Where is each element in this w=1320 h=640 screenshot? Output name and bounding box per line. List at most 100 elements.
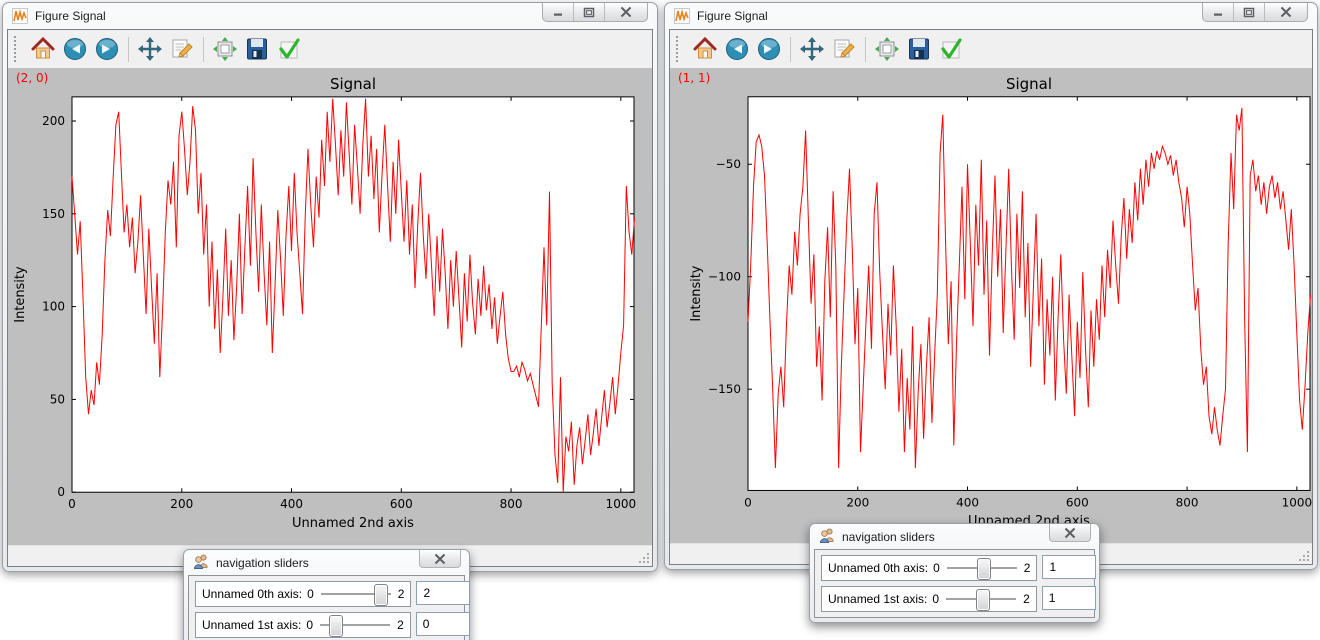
svg-text:400: 400 — [280, 497, 303, 511]
svg-text:−50: −50 — [716, 157, 741, 171]
cursor-position-label: (1, 1) — [678, 71, 710, 85]
forward-button[interactable] — [92, 34, 122, 64]
navigation-sliders-dialog-left: navigation sliders Unnamed 0th axis: 0 2… — [183, 549, 470, 640]
save-button[interactable] — [242, 34, 272, 64]
slider-handle[interactable] — [329, 615, 343, 637]
back-button[interactable] — [722, 34, 752, 64]
configure-subplots-button[interactable] — [872, 34, 902, 64]
titlebar[interactable]: Figure Signal — [3, 3, 657, 29]
figure-canvas[interactable]: (1, 1) 02004006008001000−50−100−150Signa… — [670, 68, 1312, 543]
confirm-button[interactable] — [936, 34, 966, 64]
svg-text:800: 800 — [500, 497, 523, 511]
people-icon — [193, 553, 209, 572]
minimize-button[interactable] — [1203, 3, 1234, 21]
axis0-value-input[interactable] — [416, 581, 470, 605]
window-client-area: (1, 1) 02004006008001000−50−100−150Signa… — [669, 29, 1313, 565]
figure-window-left: Figure Signal (2, 0) 0 200 400 600 800 1000 0 5… — [2, 2, 658, 572]
slider-max-label: 2 — [1024, 561, 1031, 575]
axis0-slider-group: Unnamed 0th axis: 0 2 — [821, 555, 1037, 581]
axis1-value-input[interactable] — [1042, 586, 1096, 610]
dialog-close-button[interactable] — [419, 550, 461, 568]
slider-row: Unnamed 1st axis: 0 2 — [195, 612, 458, 638]
svg-text:200: 200 — [42, 114, 65, 128]
forward-button[interactable] — [754, 34, 784, 64]
toolbar-separator — [203, 37, 204, 62]
plot-toolbar — [8, 30, 652, 68]
slider-row: Unnamed 0th axis: 0 2 — [195, 581, 458, 607]
dialog-title: navigation sliders — [842, 530, 935, 544]
window-controls — [1202, 3, 1308, 22]
dialog-title: navigation sliders — [216, 556, 309, 570]
axis0-slider[interactable] — [321, 583, 391, 605]
slider-max-label: 2 — [398, 587, 405, 601]
resize-grip[interactable] — [1298, 550, 1310, 562]
pan-button[interactable] — [797, 34, 827, 64]
minimize-button[interactable] — [543, 3, 574, 21]
dialog-close-button[interactable] — [1049, 524, 1091, 542]
slider-label: Unnamed 1st axis: — [202, 618, 301, 632]
pan-button[interactable] — [135, 34, 165, 64]
edit-parameters-button[interactable] — [167, 34, 197, 64]
slider-handle[interactable] — [374, 584, 388, 606]
slider-min-label: 0 — [933, 561, 940, 575]
close-button[interactable] — [605, 3, 647, 21]
svg-text:Intensity: Intensity — [689, 265, 704, 321]
axis1-slider[interactable] — [946, 588, 1016, 610]
maximize-button[interactable] — [1234, 3, 1265, 21]
slider-min-label: 0 — [932, 592, 939, 606]
toolbar-separator — [128, 37, 129, 62]
axis1-slider-group: Unnamed 1st axis: 0 2 — [195, 612, 411, 638]
window-title: Figure Signal — [35, 9, 106, 23]
close-button[interactable] — [1265, 3, 1307, 21]
svg-text:200: 200 — [170, 497, 193, 511]
home-button[interactable] — [28, 34, 58, 64]
axis0-value-input[interactable] — [1042, 555, 1096, 579]
window-client-area: (2, 0) 02004006008001000050100150200Sign… — [7, 29, 653, 567]
svg-text:1000: 1000 — [606, 497, 637, 511]
svg-text:−150: −150 — [708, 382, 741, 396]
slider-label: Unnamed 0th axis: — [202, 587, 302, 601]
axis1-slider-group: Unnamed 1st axis: 0 2 — [821, 586, 1037, 612]
figure-canvas[interactable]: (2, 0) 02004006008001000050100150200Sign… — [8, 68, 652, 545]
svg-text:50: 50 — [50, 392, 65, 406]
svg-text:600: 600 — [1066, 495, 1089, 509]
cursor-position-label: (2, 0) — [16, 71, 48, 85]
figure-window-right: Figure Signal (1, 1) 02004006008001000−5… — [664, 2, 1318, 570]
maximize-button[interactable] — [574, 3, 605, 21]
confirm-button[interactable] — [274, 34, 304, 64]
save-button[interactable] — [904, 34, 934, 64]
svg-text:100: 100 — [42, 300, 65, 314]
dialog-titlebar[interactable]: navigation sliders — [184, 550, 469, 575]
back-button[interactable] — [60, 34, 90, 64]
dialog-body: Unnamed 0th axis: 0 2 Unnamed 1st axis: … — [814, 549, 1095, 618]
slider-row: Unnamed 0th axis: 0 2 — [821, 555, 1088, 581]
matplotlib-wave-icon — [674, 8, 690, 24]
slider-min-label: 0 — [306, 618, 313, 632]
svg-text:0: 0 — [68, 497, 76, 511]
edit-parameters-button[interactable] — [829, 34, 859, 64]
svg-text:Unnamed 2nd axis: Unnamed 2nd axis — [292, 516, 414, 531]
slider-row: Unnamed 1st axis: 0 2 — [821, 586, 1088, 612]
axis1-slider[interactable] — [320, 614, 390, 636]
resize-grip[interactable] — [638, 552, 650, 564]
svg-text:−100: −100 — [708, 270, 741, 284]
toolbar-drag-handle[interactable] — [676, 36, 683, 62]
svg-text:Signal: Signal — [330, 75, 376, 93]
svg-text:600: 600 — [390, 497, 413, 511]
configure-subplots-button[interactable] — [210, 34, 240, 64]
axis0-slider[interactable] — [947, 557, 1017, 579]
dialog-body: Unnamed 0th axis: 0 2 Unnamed 1st axis: … — [188, 575, 465, 640]
slider-max-label: 2 — [397, 618, 404, 632]
slider-handle[interactable] — [977, 558, 991, 580]
toolbar-drag-handle[interactable] — [14, 36, 21, 62]
svg-text:0: 0 — [57, 485, 65, 499]
axis1-value-input[interactable] — [416, 612, 470, 636]
titlebar[interactable]: Figure Signal — [665, 3, 1317, 29]
svg-text:0: 0 — [744, 495, 752, 509]
svg-text:Intensity: Intensity — [13, 266, 28, 323]
home-button[interactable] — [690, 34, 720, 64]
axis0-slider-group: Unnamed 0th axis: 0 2 — [195, 581, 411, 607]
matplotlib-wave-icon — [12, 8, 28, 24]
slider-handle[interactable] — [976, 589, 990, 611]
dialog-titlebar[interactable]: navigation sliders — [810, 524, 1099, 549]
